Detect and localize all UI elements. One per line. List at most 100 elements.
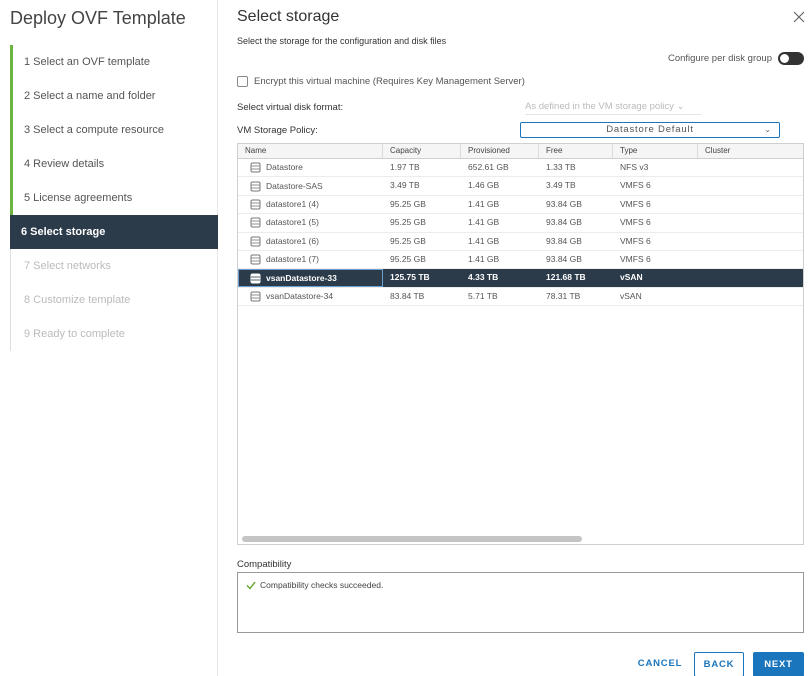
table-row[interactable]: vsanDatastore-33 125.75 TB 4.33 TB 121.68 T…	[238, 269, 803, 288]
cell-cluster	[698, 269, 803, 286]
database-icon	[250, 199, 261, 210]
page-subtitle: Select the storage for the configuration…	[237, 36, 447, 46]
cell-cluster	[698, 233, 803, 250]
cell-capacity: 95.25 GB	[390, 198, 426, 209]
wizard-step-6[interactable]: 6 Select storage	[10, 215, 218, 249]
datastore-name: Datastore	[266, 162, 303, 173]
chevron-down-icon: ⌄	[764, 125, 771, 134]
cell-capacity: 95.25 GB	[390, 217, 426, 228]
encrypt-option: Encrypt this virtual machine (Requires K…	[237, 76, 525, 87]
column-header-cluster[interactable]: Cluster	[698, 144, 803, 158]
cell-cluster	[698, 177, 803, 194]
cell-name: datastore1 (4)	[238, 196, 383, 213]
datastore-name: vsanDatastore-33	[266, 272, 337, 283]
cell-capacity: 95.25 GB	[390, 253, 426, 264]
storage-policy-label: VM Storage Policy:	[237, 125, 318, 136]
storage-policy-value: Datastore Default	[606, 124, 694, 135]
wizard-step-7: 7 Select networks	[10, 249, 218, 283]
database-icon	[250, 217, 261, 228]
database-icon	[250, 162, 261, 173]
cell-free: 3.49 TB	[546, 180, 576, 191]
cell-provisioned: 1.41 GB	[468, 253, 500, 264]
cell-capacity: 3.49 TB	[390, 180, 420, 191]
datastore-table: Name Capacity Provisioned Free Type Cluster D…	[237, 143, 804, 545]
table-row[interactable]: vsanDatastore-34 83.84 TB 5.71 TB 78.31 TB v…	[238, 288, 803, 307]
database-icon	[250, 254, 261, 265]
database-icon	[250, 181, 261, 192]
disk-format-value: As defined in the VM storage policy	[525, 101, 674, 112]
configure-per-disk-label: Configure per disk group	[667, 53, 772, 64]
cell-free: 78.31 TB	[546, 290, 581, 301]
compatibility-text: Compatibility checks succeeded.	[260, 580, 384, 590]
next-button[interactable]: NEXT	[753, 652, 804, 676]
cell-type: VMFS 6	[620, 180, 651, 191]
table-row[interactable]: datastore1 (5) 95.25 GB 1.41 GB 93.84 GB VMF…	[238, 214, 803, 233]
encrypt-label: Encrypt this virtual machine (Requires K…	[254, 76, 525, 87]
cell-type: vSAN	[620, 290, 642, 301]
cell-name: datastore1 (6)	[238, 233, 383, 250]
column-header-name[interactable]: Name	[238, 144, 383, 158]
wizard-step-1[interactable]: 1 Select an OVF template	[10, 45, 218, 79]
table-row[interactable]: Datastore-SAS 3.49 TB 1.46 GB 3.49 TB VMFS 6	[238, 177, 803, 196]
cell-name: datastore1 (7)	[238, 251, 383, 268]
cell-name: vsanDatastore-33	[238, 269, 383, 287]
storage-policy-select[interactable]: Datastore Default ⌄	[520, 122, 780, 138]
back-button[interactable]: BACK	[694, 652, 744, 676]
column-header-type[interactable]: Type	[613, 144, 698, 158]
wizard-nav: Deploy OVF Template 1 Select an OVF temp…	[0, 0, 218, 676]
cell-free: 93.84 GB	[546, 235, 582, 246]
datastore-name: datastore1 (4)	[266, 198, 319, 209]
cell-capacity: 95.25 GB	[390, 235, 426, 246]
chevron-down-icon: ⌄	[676, 101, 685, 112]
database-icon	[250, 236, 261, 247]
cell-name: Datastore-SAS	[238, 177, 383, 194]
cell-capacity: 1.97 TB	[390, 162, 420, 172]
cell-cluster	[698, 196, 803, 213]
column-header-provisioned[interactable]: Provisioned	[461, 144, 539, 158]
configure-per-disk-toggle[interactable]	[778, 52, 804, 65]
configure-per-disk-group: Configure per disk group	[668, 52, 804, 65]
cell-type: VMFS 6	[620, 217, 651, 228]
table-row[interactable]: Datastore 1.97 TB 652.61 GB 1.33 TB NFS v3	[238, 159, 803, 178]
wizard-step-8: 8 Customize template	[10, 283, 218, 317]
cell-capacity: 125.75 TB	[390, 272, 430, 283]
table-row[interactable]: datastore1 (7) 95.25 GB 1.41 GB 93.84 GB VMF…	[238, 251, 803, 270]
cell-type: VMFS 6	[620, 253, 651, 264]
encrypt-checkbox[interactable]	[237, 76, 248, 87]
wizard-title: Deploy OVF Template	[10, 8, 186, 28]
cell-type: vSAN	[620, 272, 643, 283]
cell-free: 93.84 GB	[546, 198, 582, 209]
cell-cluster	[698, 251, 803, 268]
compatibility-message: Compatibility checks succeeded.	[246, 580, 383, 590]
table-body: Datastore 1.97 TB 652.61 GB 1.33 TB NFS v3 Da…	[238, 159, 803, 307]
page-title: Select storage	[237, 8, 340, 25]
wizard-step-5[interactable]: 5 License agreements	[10, 181, 218, 215]
wizard-step-9: 9 Ready to complete	[10, 317, 218, 351]
wizard-step-2[interactable]: 2 Select a name and folder	[10, 79, 218, 113]
wizard-step-3[interactable]: 3 Select a compute resource	[10, 113, 218, 147]
column-header-free[interactable]: Free	[539, 144, 613, 158]
cell-cluster	[698, 214, 803, 231]
cell-type: NFS v3	[620, 162, 649, 172]
cell-cluster	[698, 159, 803, 176]
close-icon[interactable]	[792, 10, 806, 24]
table-row[interactable]: datastore1 (4) 95.25 GB 1.41 GB 93.84 GB VMF…	[238, 196, 803, 215]
datastore-name: datastore1 (6)	[266, 235, 319, 246]
horizontal-scrollbar[interactable]	[242, 536, 582, 542]
cancel-button[interactable]: CANCEL	[630, 652, 690, 676]
table-row[interactable]: datastore1 (6) 95.25 GB 1.41 GB 93.84 GB VMF…	[238, 233, 803, 251]
compatibility-label: Compatibility	[237, 559, 292, 570]
cell-free: 121.68 TB	[546, 272, 586, 283]
main-panel: Select storage Select the storage for th…	[237, 0, 806, 676]
cell-provisioned: 4.33 TB	[468, 272, 499, 283]
cell-provisioned: 652.61 GB	[468, 162, 509, 172]
compatibility-box: Compatibility checks succeeded.	[237, 572, 804, 633]
cell-provisioned: 1.46 GB	[468, 180, 500, 191]
cell-capacity: 83.84 TB	[390, 290, 425, 301]
datastore-name: Datastore-SAS	[266, 180, 323, 191]
column-header-capacity[interactable]: Capacity	[383, 144, 461, 158]
cell-name: vsanDatastore-34	[238, 288, 383, 305]
wizard-step-4[interactable]: 4 Review details	[10, 147, 218, 181]
cell-free: 1.33 TB	[546, 162, 576, 172]
cell-provisioned: 1.41 GB	[468, 198, 500, 209]
